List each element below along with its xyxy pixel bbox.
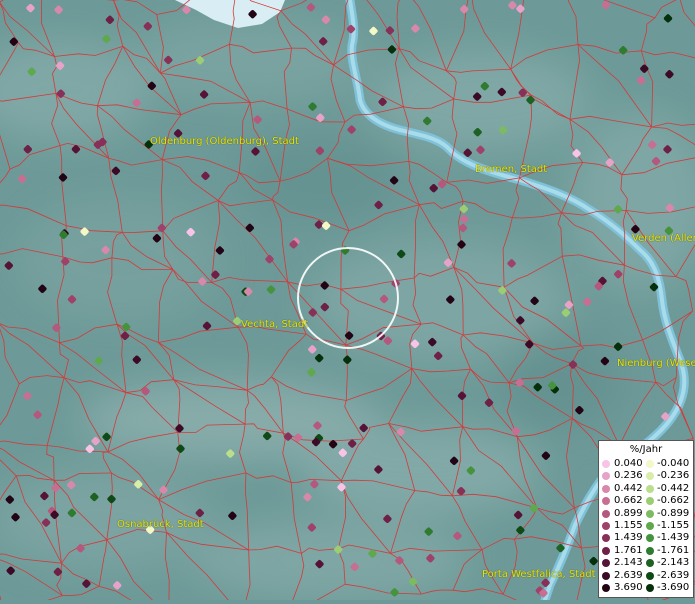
map-view[interactable]: Oldenburg (Oldenburg), Stadt Bremen, Sta… xyxy=(0,0,695,600)
legend-swatch-positive xyxy=(602,559,610,567)
legend-value-negative: -0.899 xyxy=(657,508,689,520)
legend-swatch-negative xyxy=(646,510,654,518)
map-legend: %/Jahr 0.040 -0.040 0.236 -0.236 0.442 -0.442… xyxy=(598,440,694,598)
legend-row: 1.761 -1.761 xyxy=(599,545,693,557)
legend-swatch-positive xyxy=(602,485,610,493)
legend-swatch-negative xyxy=(646,497,654,505)
legend-value-positive: 2.639 xyxy=(614,570,643,582)
legend-value-positive: 0.040 xyxy=(614,458,643,470)
legend-swatch-positive xyxy=(602,547,610,555)
legend-value-positive: 3.690 xyxy=(614,582,643,594)
legend-swatch-negative xyxy=(646,572,654,580)
legend-value-negative: -2.143 xyxy=(657,557,689,569)
legend-swatch-negative xyxy=(646,485,654,493)
legend-value-negative: -0.236 xyxy=(657,470,689,482)
legend-value-negative: -1.761 xyxy=(657,545,689,557)
legend-value-positive: 2.143 xyxy=(614,557,643,569)
city-label-porta-westfalica: Porta Westfalica, Stadt xyxy=(482,569,596,580)
city-label-nienburg: Nienburg (Wese xyxy=(617,358,695,369)
legend-value-positive: 0.236 xyxy=(614,470,643,482)
legend-value-negative: -0.662 xyxy=(657,495,689,507)
legend-value-negative: -1.155 xyxy=(657,520,689,532)
legend-row: 0.236 -0.236 xyxy=(599,470,693,482)
city-label-osnabrueck: Osnabrück, Stadt xyxy=(117,519,204,530)
legend-row: 2.639 -2.639 xyxy=(599,570,693,582)
legend-swatch-positive xyxy=(602,572,610,580)
legend-value-positive: 1.439 xyxy=(614,532,643,544)
legend-row: 0.040 -0.040 xyxy=(599,458,693,470)
legend-swatch-positive xyxy=(602,584,610,592)
legend-row: 0.442 -0.442 xyxy=(599,483,693,495)
legend-value-negative: -0.040 xyxy=(657,458,689,470)
legend-value-negative: -1.439 xyxy=(657,532,689,544)
legend-swatch-positive xyxy=(602,497,610,505)
city-label-bremen: Bremen, Stadt xyxy=(475,164,547,175)
legend-title: %/Jahr xyxy=(599,444,693,455)
legend-swatch-negative xyxy=(646,547,654,555)
legend-swatch-negative xyxy=(646,522,654,530)
legend-swatch-positive xyxy=(602,522,610,530)
city-label-oldenburg: Oldenburg (Oldenburg), Stadt xyxy=(150,136,299,147)
legend-swatch-positive xyxy=(602,510,610,518)
legend-swatch-positive xyxy=(602,460,610,468)
legend-value-negative: -0.442 xyxy=(657,483,689,495)
city-label-vechta: Vechta, Stadt xyxy=(241,319,308,330)
legend-swatch-negative xyxy=(646,460,654,468)
legend-row: 1.155 -1.155 xyxy=(599,520,693,532)
legend-row: 2.143 -2.143 xyxy=(599,557,693,569)
legend-value-positive: 1.761 xyxy=(614,545,643,557)
legend-row: 3.690 -3.690 xyxy=(599,582,693,594)
legend-value-positive: 1.155 xyxy=(614,520,643,532)
legend-row: 0.899 -0.899 xyxy=(599,508,693,520)
legend-value-positive: 0.899 xyxy=(614,508,643,520)
map-canvas[interactable] xyxy=(0,0,695,600)
legend-swatch-negative xyxy=(646,559,654,567)
city-label-verden: Verden (Aller xyxy=(632,233,695,244)
legend-value-negative: -2.639 xyxy=(657,570,689,582)
legend-swatch-positive xyxy=(602,472,610,480)
legend-swatch-negative xyxy=(646,472,654,480)
legend-swatch-negative xyxy=(646,584,654,592)
legend-row: 0.662 -0.662 xyxy=(599,495,693,507)
legend-swatch-negative xyxy=(646,534,654,542)
legend-value-positive: 0.662 xyxy=(614,495,643,507)
legend-value-negative: -3.690 xyxy=(657,582,689,594)
legend-value-positive: 0.442 xyxy=(614,483,643,495)
legend-row: 1.439 -1.439 xyxy=(599,532,693,544)
legend-swatch-positive xyxy=(602,534,610,542)
